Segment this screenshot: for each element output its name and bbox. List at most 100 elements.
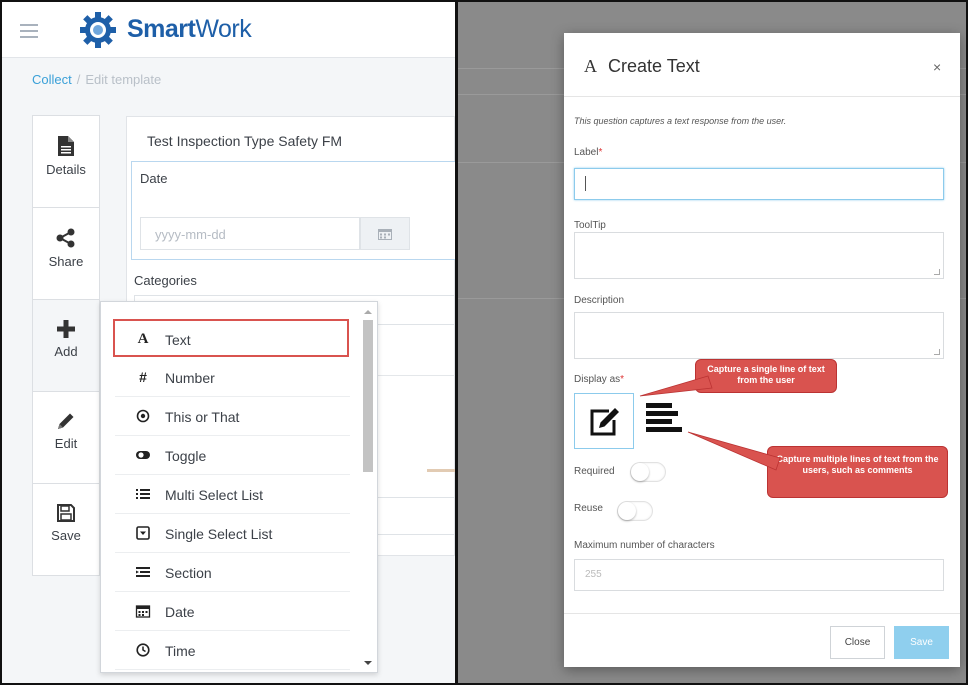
menu-item-label: This or That [165,409,240,425]
menu-item-number[interactable]: # Number [115,359,350,397]
display-as-label: Display as* [574,374,625,385]
calendar-icon [135,605,151,618]
plus-icon [57,320,75,338]
gear-logo-icon [80,12,116,48]
label-field-label: Label* [574,147,603,158]
menu-item-text[interactable]: A Text [113,319,349,357]
tooltip-field-label: ToolTip [574,220,606,231]
tab-add[interactable]: Add [32,299,100,392]
menu-scrollbar[interactable] [361,306,374,670]
tab-details-label: Details [46,162,86,177]
radio-icon [136,409,150,423]
tab-save-label: Save [51,528,81,543]
breadcrumb-current: Edit template [85,72,162,87]
text-type-icon: A [584,56,597,76]
tab-edit[interactable]: Edit [32,391,100,484]
menu-item-section[interactable]: Section [115,554,350,592]
tab-edit-label: Edit [54,436,78,451]
menu-item-date[interactable]: Date [115,593,350,631]
menu-item-label: Section [165,565,212,581]
side-tabs: Details Share Add Edit Save [32,115,100,576]
menu-item-label: Number [165,370,215,386]
dialog-header: A Create Text × [564,33,960,97]
scroll-up-icon[interactable] [363,308,373,316]
dialog-title: Create Text [608,56,700,76]
menu-item-label: Text [165,332,191,348]
edit-square-icon [590,408,619,436]
close-icon[interactable]: × [933,59,941,75]
modal-backdrop: A Create Text × This question captures a… [458,2,966,683]
menu-item-label: Time [165,643,196,659]
categories-label: Categories [134,273,197,288]
required-toggle[interactable] [630,462,666,482]
clock-icon [136,643,150,657]
toggle-knob [631,463,649,481]
date-placeholder: yyyy-mm-dd [155,227,226,242]
multi-line-callout: Capture multiple lines of text from the … [767,446,948,498]
number-icon: # [139,369,147,385]
menu-item-label: Date [165,604,195,620]
menu-item-multi-select-list[interactable]: Multi Select List [115,476,350,514]
calendar-icon [378,229,392,240]
resize-handle[interactable] [934,349,940,355]
single-line-callout: Capture a single line of text from the u… [695,359,837,393]
breadcrumb: Collect / Edit template [32,72,161,87]
tab-share[interactable]: Share [32,207,100,300]
scroll-thumb[interactable] [363,320,373,472]
date-label: Date [140,171,168,186]
max-chars-input[interactable]: 255 [574,559,944,591]
top-bar: SmartWork [2,2,455,58]
date-picker-button[interactable] [360,217,410,250]
document-icon [58,136,74,156]
menu-item-toggle[interactable]: Toggle [115,437,350,475]
template-editor: SmartWork Collect / Edit template Details [2,2,455,683]
date-input[interactable]: yyyy-mm-dd [140,217,360,250]
max-chars-label: Maximum number of characters [574,540,715,551]
toggle-icon [136,451,150,459]
reuse-toggle[interactable] [617,501,653,521]
multi-line-icon[interactable] [646,401,682,433]
tab-save[interactable]: Save [32,483,100,576]
breadcrumb-collect-link[interactable]: Collect [32,72,72,87]
reuse-label: Reuse [574,503,603,514]
brand-name: SmartWork [127,15,252,43]
description-textarea[interactable] [574,312,944,359]
form-field[interactable] [377,497,455,535]
tab-share-label: Share [48,254,84,269]
list-icon [136,489,150,499]
hamburger-menu-icon[interactable] [20,24,38,38]
toggle-knob [618,502,636,520]
menu-item-this-or-that[interactable]: This or That [115,398,350,436]
tab-add-label: Add [54,344,78,359]
description-field-label: Description [574,295,625,306]
close-button[interactable]: Close [830,626,885,659]
create-text-dialog: A Create Text × This question captures a… [564,33,960,667]
add-question-menu: A Text # Number This or That Toggle Mult… [100,301,378,673]
menu-item-single-select-list[interactable]: Single Select List [115,515,350,553]
dialog-footer-divider [564,613,960,614]
form-title: Test Inspection Type Safety FM [147,133,343,149]
date-question[interactable]: Date yyyy-mm-dd [131,161,455,260]
resize-handle[interactable] [934,269,940,275]
dialog-description: This question captures a text response f… [574,116,787,126]
divider-accent [427,469,455,472]
scroll-down-icon[interactable] [363,659,373,667]
panel-divider [455,0,458,685]
menu-item-time[interactable]: Time [115,632,350,670]
breadcrumb-separator: / [76,72,81,87]
label-input[interactable] [574,168,944,200]
max-chars-placeholder: 255 [585,569,602,580]
select-icon [136,526,150,540]
menu-item-label: Single Select List [165,526,273,542]
display-single-line-button[interactable] [574,393,634,449]
tooltip-textarea[interactable] [574,232,944,279]
section-icon [136,567,150,577]
text-icon: A [137,331,149,347]
save-button[interactable]: Save [894,626,949,659]
text-cursor [585,176,586,191]
tab-details[interactable]: Details [32,115,100,208]
share-icon [56,228,75,248]
required-label: Required [574,466,615,477]
floppy-icon [57,504,75,522]
menu-item-label: Toggle [165,448,207,464]
